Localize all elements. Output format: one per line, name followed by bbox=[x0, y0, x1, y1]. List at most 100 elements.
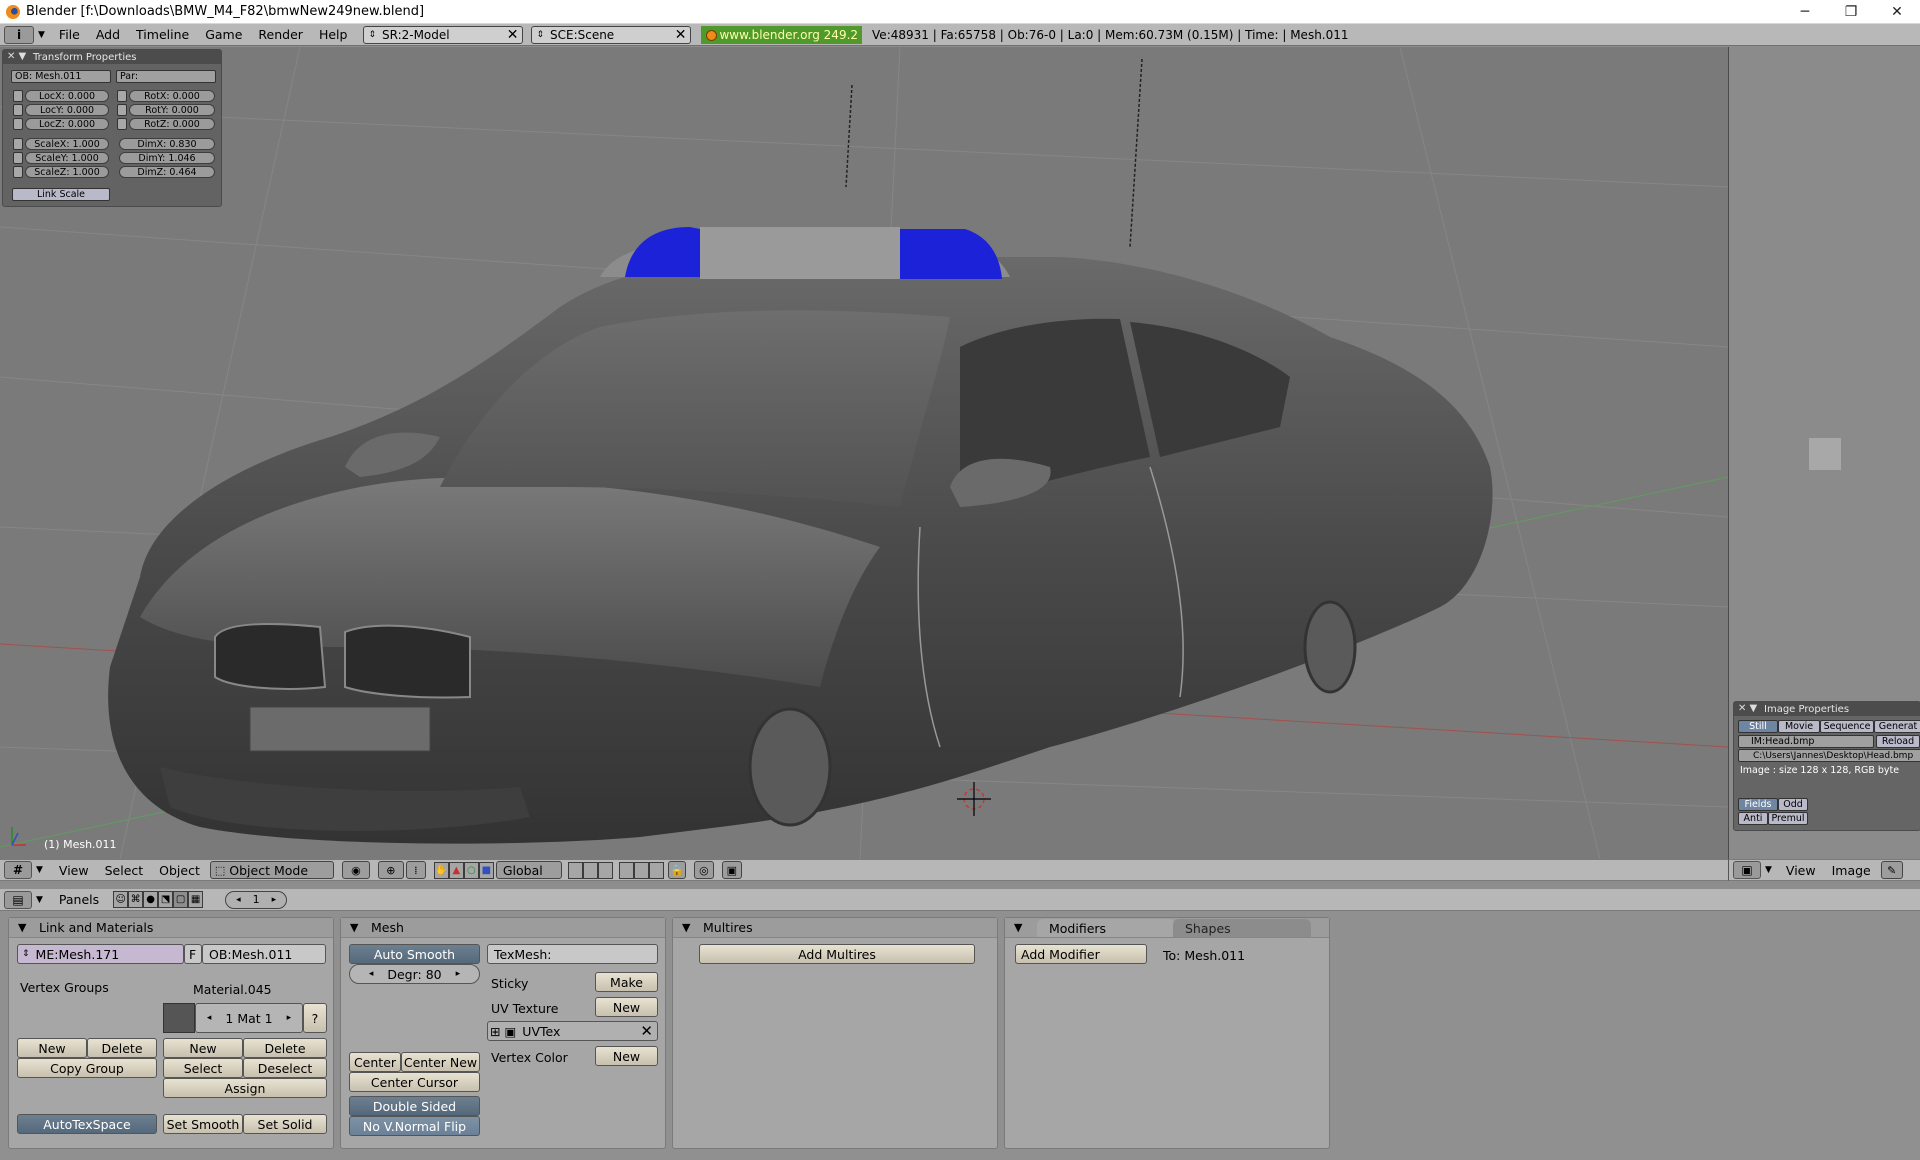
orientation-selector[interactable]: Global bbox=[495, 861, 562, 879]
shading-context-icon[interactable]: ● bbox=[143, 891, 159, 908]
scene-name[interactable]: SCE:Scene bbox=[550, 28, 614, 42]
tab-modifiers[interactable]: Modifiers bbox=[1037, 919, 1175, 937]
material-help-button[interactable]: ? bbox=[303, 1003, 327, 1033]
menu-add[interactable]: Add bbox=[88, 27, 128, 42]
parent-field[interactable]: Par: bbox=[116, 70, 216, 83]
add-modifier-button[interactable]: Add Modifier bbox=[1015, 944, 1147, 964]
panels-menu[interactable]: Panels bbox=[51, 892, 107, 907]
info-window-type-icon[interactable]: i bbox=[4, 25, 34, 44]
mesh-datablock-field[interactable]: ⇕ ME:Mesh.171 bbox=[17, 944, 184, 964]
3d-viewport[interactable]: (1) Mesh.011 ✕ ▼ Transform Properties OB… bbox=[0, 47, 1728, 859]
dim-y-field[interactable]: DimY: 1.046 bbox=[119, 152, 215, 164]
menu-view[interactable]: View bbox=[51, 863, 97, 878]
close-button[interactable]: ✕ bbox=[1874, 0, 1920, 24]
screen-browse-icon[interactable]: ⇕ bbox=[368, 30, 376, 40]
vertex-color-new-button[interactable]: New bbox=[595, 1046, 658, 1066]
menu-render[interactable]: Render bbox=[250, 27, 311, 42]
premul-toggle[interactable]: Premul bbox=[1768, 812, 1808, 825]
object-name-field[interactable]: OB:Mesh.011 bbox=[202, 944, 326, 964]
image-path-field[interactable]: C:\Users\Jannes\Desktop\Head.bmp bbox=[1738, 749, 1920, 762]
scale-icon[interactable]: ■ bbox=[478, 861, 494, 879]
degree-field[interactable]: ◂ Degr: 80 ▸ bbox=[349, 964, 480, 984]
editing-context-icon[interactable]: ▢ bbox=[173, 891, 189, 908]
active-layer-icon[interactable]: ⊞ bbox=[490, 1024, 500, 1039]
fields-toggle[interactable]: Fields bbox=[1738, 798, 1778, 811]
reload-button[interactable]: Reload bbox=[1876, 735, 1920, 748]
lock-icon[interactable] bbox=[117, 118, 127, 130]
lock-icon[interactable] bbox=[13, 166, 23, 178]
menu-game[interactable]: Game bbox=[197, 27, 250, 42]
menu-help[interactable]: Help bbox=[311, 27, 356, 42]
script-context-icon[interactable]: ⌘ bbox=[128, 891, 144, 908]
draw-type-button[interactable]: ◉ bbox=[341, 861, 370, 879]
lock-icon[interactable] bbox=[13, 138, 23, 150]
panel-close-icon[interactable]: ✕ ▼ bbox=[7, 51, 26, 62]
panel-close-icon[interactable]: ✕ ▼ bbox=[1738, 703, 1757, 714]
lock-icon[interactable] bbox=[117, 90, 127, 102]
rot-z-field[interactable]: RotZ: 0.000 bbox=[129, 118, 215, 130]
paint-icon[interactable]: ✎ bbox=[1880, 861, 1903, 879]
menu-select[interactable]: Select bbox=[97, 863, 152, 878]
hand-icon[interactable]: ✋ bbox=[433, 861, 449, 879]
scene-browse-icon[interactable]: ⇕ bbox=[536, 30, 544, 40]
frame-increment-icon[interactable]: ▸ bbox=[272, 895, 277, 905]
multires-panel-header[interactable]: ▼ Multires bbox=[673, 918, 997, 938]
scale-y-field[interactable]: ScaleY: 1.000 bbox=[25, 152, 109, 164]
rot-x-field[interactable]: RotX: 0.000 bbox=[129, 90, 215, 102]
image-panel-header[interactable]: ✕ ▼ Image Properties bbox=[1734, 702, 1920, 716]
sticky-make-button[interactable]: Make bbox=[595, 972, 658, 992]
dim-z-field[interactable]: DimZ: 0.464 bbox=[119, 166, 215, 178]
slot-decrement-icon[interactable]: ◂ bbox=[207, 1013, 212, 1023]
render-preview-icon[interactable]: ▣ bbox=[721, 861, 742, 879]
loc-y-field[interactable]: LocY: 0.000 bbox=[25, 104, 109, 116]
layers-toggle[interactable]: ⁞ bbox=[405, 861, 426, 879]
set-solid-button[interactable]: Set Solid bbox=[243, 1114, 327, 1134]
texmesh-field[interactable]: TexMesh: bbox=[487, 944, 658, 964]
scene-delete-icon[interactable]: ✕ bbox=[671, 27, 687, 43]
tab-shapes[interactable]: Shapes bbox=[1173, 919, 1311, 937]
object-name-field[interactable]: OB: Mesh.011 bbox=[11, 70, 111, 83]
layer-buttons-group-1[interactable] bbox=[567, 861, 613, 879]
screen-delete-icon[interactable]: ✕ bbox=[503, 27, 519, 43]
render-layer-icon[interactable]: ▣ bbox=[504, 1024, 516, 1039]
logic-context-icon[interactable]: ☺ bbox=[113, 891, 129, 908]
add-multires-button[interactable]: Add Multires bbox=[699, 944, 975, 964]
screen-name[interactable]: SR:2-Model bbox=[382, 28, 450, 42]
lock-icon[interactable] bbox=[117, 104, 127, 116]
menu-timeline[interactable]: Timeline bbox=[128, 27, 197, 42]
assign-material-button[interactable]: Assign bbox=[163, 1078, 327, 1098]
uvtex-delete-icon[interactable]: ✕ bbox=[640, 1022, 657, 1040]
mesh-panel-header[interactable]: ▼ Mesh bbox=[341, 918, 665, 938]
lock-icon[interactable] bbox=[13, 152, 23, 164]
buttons-window-type-icon[interactable]: ▤ bbox=[4, 890, 32, 909]
minimize-button[interactable]: ─ bbox=[1782, 0, 1828, 24]
object-context-icon[interactable]: ⬔ bbox=[158, 891, 174, 908]
fake-user-button[interactable]: F bbox=[184, 944, 202, 964]
degree-increment-icon[interactable]: ▸ bbox=[456, 969, 461, 979]
frame-decrement-icon[interactable]: ◂ bbox=[236, 895, 241, 905]
scale-x-field[interactable]: ScaleX: 1.000 bbox=[25, 138, 109, 150]
auto-smooth-toggle[interactable]: Auto Smooth bbox=[349, 944, 480, 964]
tab-still[interactable]: Still bbox=[1738, 720, 1778, 733]
lock-icon[interactable] bbox=[13, 90, 23, 102]
new-material-button[interactable]: New bbox=[163, 1038, 243, 1058]
set-smooth-button[interactable]: Set Smooth bbox=[163, 1114, 243, 1134]
tab-generated[interactable]: Generat bbox=[1874, 720, 1920, 733]
deselect-material-button[interactable]: Deselect bbox=[243, 1058, 327, 1078]
screen-selector[interactable]: ⇕ SR:2-Model ✕ bbox=[363, 25, 524, 44]
image-editor[interactable]: ✕ ▼ Image Properties Still Movie Sequenc… bbox=[1728, 47, 1920, 859]
layer-buttons-group-2[interactable] bbox=[618, 861, 664, 879]
loc-x-field[interactable]: LocX: 0.000 bbox=[25, 90, 109, 102]
3d-view-window-type-icon[interactable]: # bbox=[4, 861, 32, 879]
menu-object[interactable]: Object bbox=[151, 863, 208, 878]
collapse-menu-icon[interactable]: ▼ bbox=[1765, 865, 1772, 875]
menu-view[interactable]: View bbox=[1778, 863, 1824, 878]
rotate-icon[interactable]: ○ bbox=[463, 861, 479, 879]
transform-panel-header[interactable]: ✕ ▼ Transform Properties bbox=[3, 50, 221, 64]
tab-sequence[interactable]: Sequence bbox=[1820, 720, 1874, 733]
material-color-swatch[interactable] bbox=[163, 1003, 195, 1033]
frame-number-field[interactable]: ◂ 1 ▸ bbox=[225, 890, 288, 909]
lock-icon[interactable] bbox=[13, 104, 23, 116]
translate-icon[interactable]: ▲ bbox=[448, 861, 464, 879]
menu-image[interactable]: Image bbox=[1824, 863, 1879, 878]
